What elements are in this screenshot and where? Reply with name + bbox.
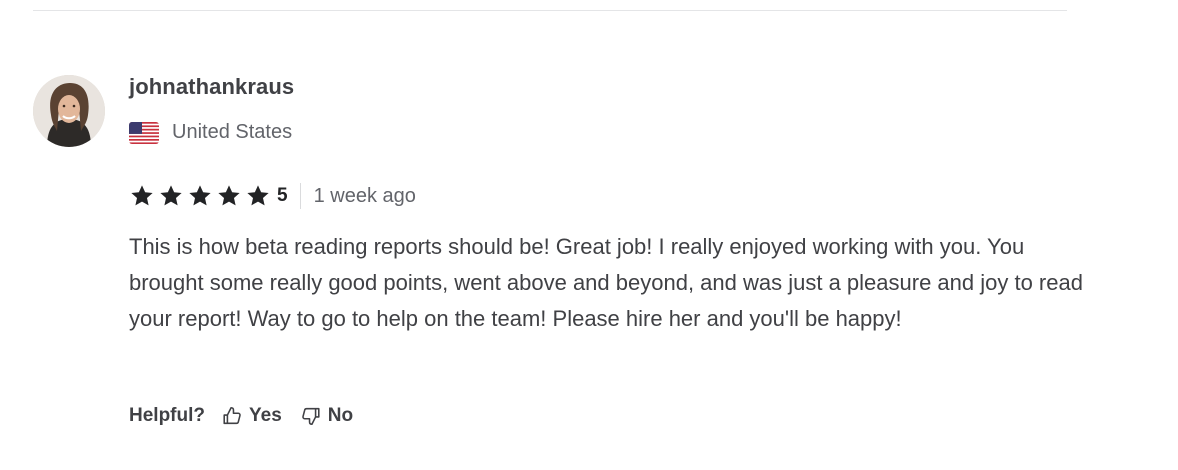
helpful-row: Helpful? Yes No [129,402,353,430]
reviewer-country: United States [129,121,292,144]
star-icon [160,185,182,206]
thumbs-down-icon [301,407,320,426]
thumbs-up-icon [223,406,241,425]
review-time: 1 week ago [313,184,416,207]
reviewer-username[interactable]: johnathankraus [129,74,294,100]
rating-row: 5 1 week ago [129,182,416,210]
avatar-image [33,75,105,147]
helpful-label: Helpful? [129,405,205,426]
rating-separator [299,183,301,209]
helpful-no-button[interactable]: No [300,405,353,427]
us-flag-icon [129,121,159,144]
helpful-yes-label: Yes [249,405,282,426]
star-icon [189,185,211,206]
rating-value: 5 [277,185,288,206]
star-rating [129,183,271,209]
country-name: United States [172,121,293,143]
star-icon [131,185,153,206]
top-divider [33,10,1067,11]
star-icon [218,185,240,206]
review-text: This is how beta reading reports should … [129,234,1083,331]
helpful-no-label: No [327,405,354,426]
helpful-yes-button[interactable]: Yes [221,405,282,427]
star-icon [247,185,269,206]
reviewer-avatar[interactable] [33,75,105,147]
